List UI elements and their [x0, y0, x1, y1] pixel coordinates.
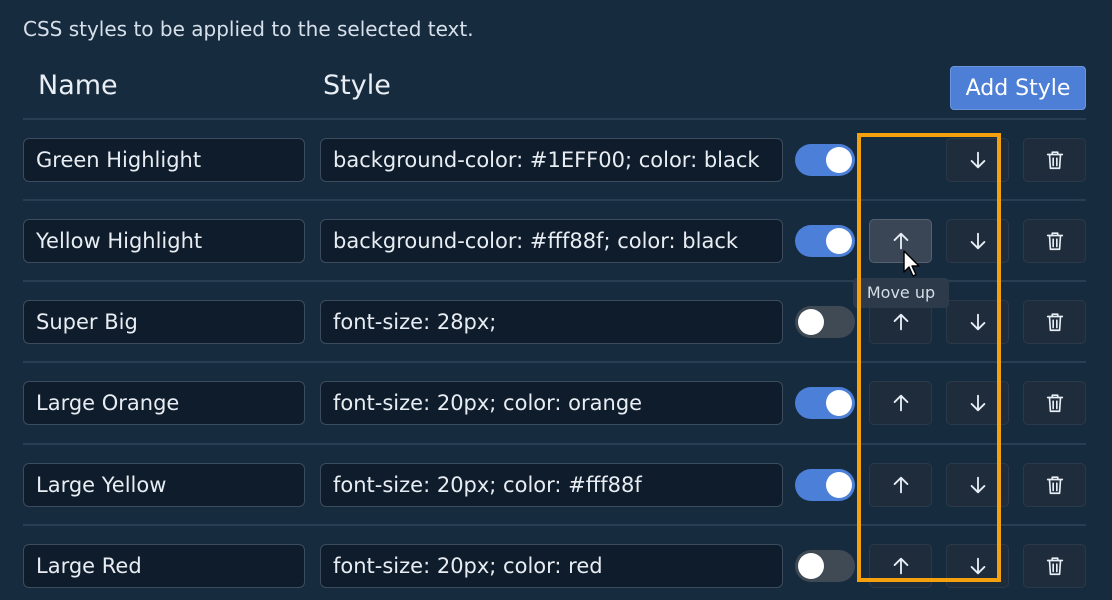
trash-icon	[1046, 557, 1063, 576]
enable-toggle[interactable]	[795, 387, 855, 419]
arrow-down-icon	[970, 394, 985, 412]
delete-button[interactable]	[1023, 544, 1086, 588]
arrow-down-icon	[970, 476, 985, 494]
arrow-down-icon	[970, 557, 985, 575]
style-css-input[interactable]: font-size: 20px; color: red	[320, 544, 783, 588]
move-up-tooltip: Move up	[853, 278, 949, 308]
column-header-style: Style	[323, 70, 391, 101]
enable-toggle[interactable]	[795, 225, 855, 257]
trash-icon	[1046, 313, 1063, 332]
enable-toggle[interactable]	[795, 144, 855, 176]
divider	[23, 524, 1086, 526]
delete-button[interactable]	[1023, 138, 1086, 182]
move-up-button[interactable]	[869, 463, 932, 507]
style-name-input[interactable]: Large Red	[23, 544, 305, 588]
style-name-input[interactable]: Green Highlight	[23, 138, 305, 182]
trash-icon	[1046, 151, 1063, 170]
style-row: Green Highlight background-color: #1EFF0…	[0, 138, 1112, 184]
arrow-up-icon	[893, 476, 908, 494]
trash-icon	[1046, 476, 1063, 495]
arrow-up-icon	[893, 394, 908, 412]
arrow-up-icon	[893, 232, 908, 250]
arrow-down-icon	[970, 313, 985, 331]
divider	[23, 199, 1086, 201]
toggle-knob	[826, 228, 852, 254]
toggle-knob	[826, 390, 852, 416]
mouse-cursor-icon	[903, 250, 920, 277]
style-css-input[interactable]: background-color: #fff88f; color: black	[320, 219, 783, 263]
style-row: Large Orange font-size: 20px; color: ora…	[0, 381, 1112, 427]
divider	[23, 118, 1086, 120]
enable-toggle[interactable]	[795, 306, 855, 338]
move-down-button[interactable]	[946, 463, 1009, 507]
move-down-button[interactable]	[946, 544, 1009, 588]
toggle-knob	[826, 147, 852, 173]
style-name-input[interactable]: Super Big	[23, 300, 305, 344]
divider	[23, 443, 1086, 445]
trash-icon	[1046, 394, 1063, 413]
move-down-button[interactable]	[946, 381, 1009, 425]
style-row: Large Yellow font-size: 20px; color: #ff…	[0, 463, 1112, 509]
delete-button[interactable]	[1023, 300, 1086, 344]
style-name-input[interactable]: Yellow Highlight	[23, 219, 305, 263]
style-row: Large Red font-size: 20px; color: red	[0, 544, 1112, 590]
delete-button[interactable]	[1023, 219, 1086, 263]
divider	[23, 361, 1086, 363]
style-css-input[interactable]: font-size: 20px; color: #fff88f	[320, 463, 783, 507]
move-down-button[interactable]	[946, 219, 1009, 263]
style-css-input[interactable]: background-color: #1EFF00; color: black	[320, 138, 783, 182]
arrow-down-icon	[970, 151, 985, 169]
description-text: CSS styles to be applied to the selected…	[23, 17, 474, 41]
arrow-up-icon	[893, 557, 908, 575]
toggle-knob	[826, 472, 852, 498]
arrow-up-icon	[893, 313, 908, 331]
style-name-input[interactable]: Large Orange	[23, 381, 305, 425]
move-up-button[interactable]	[869, 381, 932, 425]
style-css-input[interactable]: font-size: 20px; color: orange	[320, 381, 783, 425]
add-style-button[interactable]: Add Style	[950, 66, 1086, 110]
toggle-knob	[798, 553, 824, 579]
column-header-name: Name	[38, 70, 118, 101]
enable-toggle[interactable]	[795, 469, 855, 501]
enable-toggle[interactable]	[795, 550, 855, 582]
style-row: Yellow Highlight background-color: #fff8…	[0, 219, 1112, 265]
toggle-knob	[798, 309, 824, 335]
style-name-input[interactable]: Large Yellow	[23, 463, 305, 507]
arrow-down-icon	[970, 232, 985, 250]
move-down-button[interactable]	[946, 138, 1009, 182]
trash-icon	[1046, 232, 1063, 251]
delete-button[interactable]	[1023, 381, 1086, 425]
move-up-button[interactable]	[869, 544, 932, 588]
style-css-input[interactable]: font-size: 28px;	[320, 300, 783, 344]
move-down-button[interactable]	[946, 300, 1009, 344]
delete-button[interactable]	[1023, 463, 1086, 507]
